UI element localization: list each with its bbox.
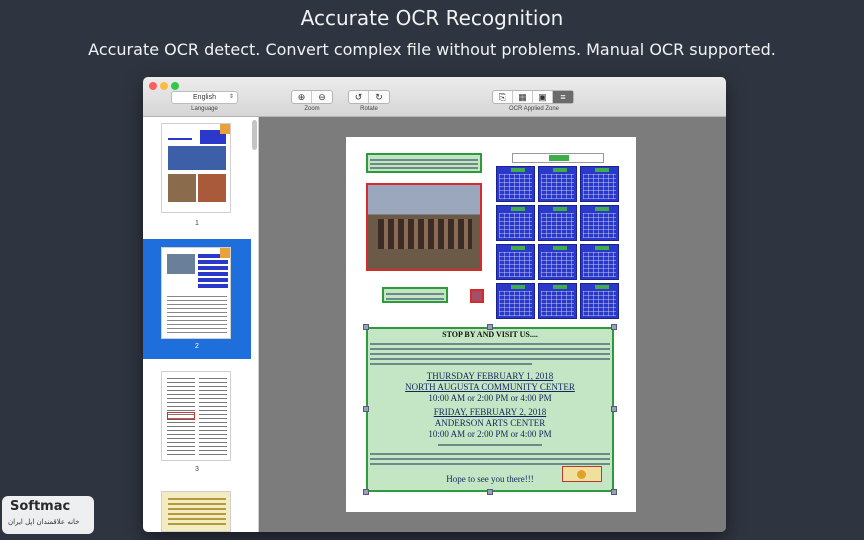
ocr-zone-control: ⎘ ▦ ▣ ≡ <box>492 90 574 104</box>
ocr-table-zone[interactable] <box>538 244 577 280</box>
zoom-out-icon[interactable]: ⊖ <box>312 91 332 103</box>
sidebar-scrollbar[interactable] <box>252 120 257 150</box>
app-window: English ⇕ Language ⊕ ⊖ Zoom ↺ ↻ Rotate ⎘… <box>143 77 726 532</box>
resize-handle[interactable] <box>611 406 617 412</box>
edited-badge-icon <box>220 124 230 134</box>
ocr-table-zone[interactable] <box>538 205 577 241</box>
softmac-watermark: Softmac خانه علاقمندان اپل ایران <box>2 496 94 534</box>
rotate-label: Rotate <box>360 106 378 112</box>
zoom-control: ⊕ ⊖ <box>291 90 333 104</box>
ocr-text-zone-selected[interactable]: STOP BY AND VISIT US.... THURSDAY FEBRUA… <box>366 327 614 492</box>
thumbnail-image <box>161 371 231 461</box>
ocr-table-zone[interactable] <box>538 283 577 319</box>
event1-place: NORTH AUGUSTA COMMUNITY CENTER <box>405 382 575 392</box>
stamp-image <box>562 466 602 482</box>
rotate-control: ↺ ↻ <box>348 90 390 104</box>
ocr-table-zone[interactable] <box>580 205 619 241</box>
event2-date: FRIDAY, FEBRUARY 2, 2018 <box>433 407 547 417</box>
ocr-zone-label: OCR Applied Zone <box>508 106 560 112</box>
language-value: English <box>193 94 216 101</box>
chevron-updown-icon: ⇕ <box>228 94 234 100</box>
edited-badge-icon <box>220 248 230 258</box>
watermark-brand: Softmac <box>10 499 71 514</box>
rotate-right-icon[interactable]: ↻ <box>369 91 389 103</box>
resize-handle[interactable] <box>611 489 617 495</box>
ocr-table-zone[interactable] <box>580 283 619 319</box>
document-page: STOP BY AND VISIT US.... THURSDAY FEBRUA… <box>346 137 636 512</box>
event2-place: ANDERSON ARTS CENTER <box>434 418 546 428</box>
zoom-label: Zoom <box>304 106 320 112</box>
thumbnail-page-2[interactable]: 2 <box>143 239 251 359</box>
image-zone-icon[interactable]: ▣ <box>533 91 553 103</box>
page-thumbnail-sidebar: 1 2 3 <box>143 117 259 532</box>
thumbnail-image <box>161 491 231 532</box>
all-zones-icon[interactable]: ≡ <box>553 91 573 103</box>
toolbar: English ⇕ Language ⊕ ⊖ Zoom ↺ ↻ Rotate ⎘… <box>143 77 726 117</box>
maximize-window-button[interactable] <box>171 82 179 90</box>
table-zone-icon[interactable]: ▦ <box>513 91 533 103</box>
ocr-text-zone[interactable] <box>366 153 482 173</box>
minimize-window-button[interactable] <box>160 82 168 90</box>
thumbnail-page-3[interactable]: 3 <box>143 371 251 491</box>
document-canvas[interactable]: STOP BY AND VISIT US.... THURSDAY FEBRUA… <box>260 117 726 532</box>
resize-handle[interactable] <box>363 406 369 412</box>
page-number: 3 <box>195 466 199 473</box>
hero-title: Accurate OCR Recognition <box>300 6 564 30</box>
ocr-table-zone[interactable] <box>496 205 535 241</box>
calendar-title-box <box>512 153 604 163</box>
resize-handle[interactable] <box>363 324 369 330</box>
close-window-button[interactable] <box>149 82 157 90</box>
text-zone-icon[interactable]: ⎘ <box>493 91 513 103</box>
ocr-table-zone[interactable] <box>580 244 619 280</box>
zone-heading: STOP BY AND VISIT US.... <box>442 330 538 339</box>
hero-subtitle: Accurate OCR detect. Convert complex fil… <box>88 40 776 59</box>
ocr-table-zone[interactable] <box>496 283 535 319</box>
rotate-left-icon[interactable]: ↺ <box>349 91 369 103</box>
thumbnail-image <box>161 247 231 339</box>
ocr-table-zone[interactable] <box>496 166 535 202</box>
watermark-tagline: خانه علاقمندان اپل ایران <box>8 518 80 526</box>
event1-times: 10:00 AM or 2:00 PM or 4:00 PM <box>428 393 552 403</box>
page-number: 2 <box>195 343 199 350</box>
ocr-image-zone[interactable] <box>470 289 484 303</box>
event2-times: 10:00 AM or 2:00 PM or 4:00 PM <box>428 429 552 439</box>
event1-date: THURSDAY FEBRUARY 1, 2018 <box>426 371 554 381</box>
thumbnail-page-4[interactable] <box>143 491 251 532</box>
resize-handle[interactable] <box>363 489 369 495</box>
ocr-table-zone[interactable] <box>538 166 577 202</box>
language-label: Language <box>191 106 218 112</box>
resize-handle[interactable] <box>611 324 617 330</box>
ocr-table-zone[interactable] <box>496 244 535 280</box>
zoom-in-icon[interactable]: ⊕ <box>292 91 312 103</box>
resize-handle[interactable] <box>487 324 493 330</box>
language-select[interactable]: English ⇕ <box>171 91 238 104</box>
thumbnail-image <box>161 123 231 213</box>
ocr-image-zone[interactable] <box>366 183 482 271</box>
ocr-table-zone[interactable] <box>580 166 619 202</box>
resize-handle[interactable] <box>487 489 493 495</box>
page-number: 1 <box>195 220 199 227</box>
thumbnail-page-1[interactable]: 1 <box>143 117 251 227</box>
ocr-text-zone[interactable] <box>382 287 448 303</box>
